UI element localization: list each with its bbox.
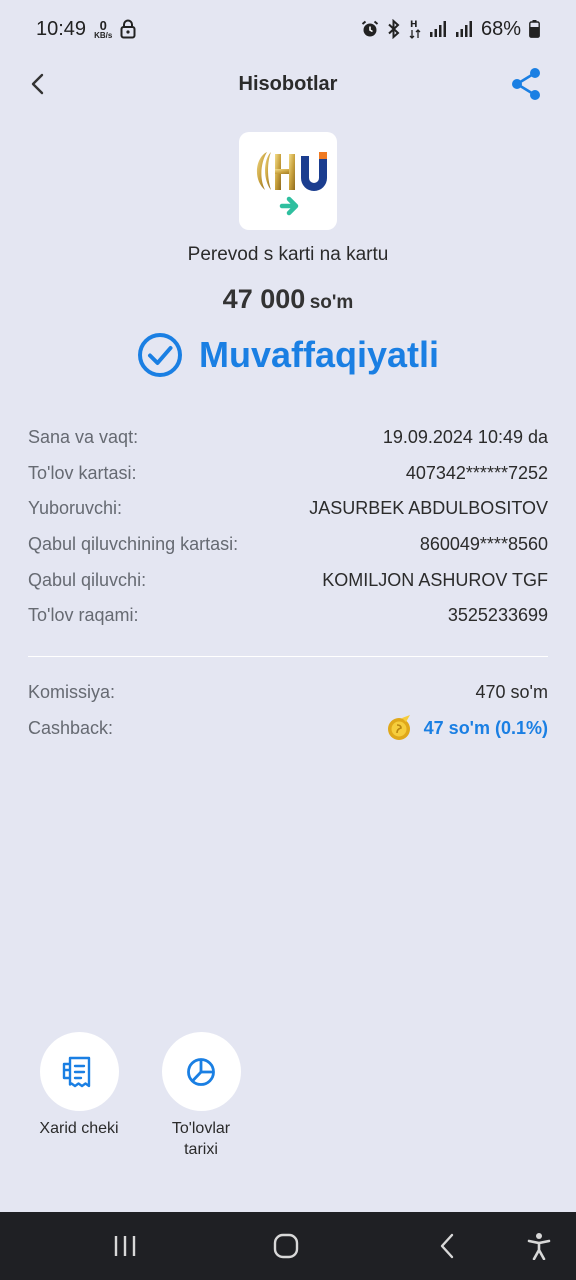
history-button-circle[interactable] xyxy=(161,1032,241,1111)
history-label-line1: To'lovlar xyxy=(171,1120,231,1137)
battery-icon xyxy=(529,20,540,38)
status-left: 10:49 0 KB/s xyxy=(36,18,136,41)
receipt-icon xyxy=(62,1056,91,1087)
system-nav-bar xyxy=(0,1212,576,1280)
operation-amount: 47 000 so'm xyxy=(0,284,576,315)
detail-row-date: Sana va vaqt: 19.09.2024 10:49 da xyxy=(28,420,548,456)
detail-key: Sana va vaqt: xyxy=(28,427,139,448)
humo-uzcard-logo xyxy=(256,152,327,216)
accessibility-icon xyxy=(527,1233,551,1261)
back-arrow-icon xyxy=(31,73,44,95)
check-circle-icon xyxy=(137,333,182,377)
accessibility-button[interactable] xyxy=(524,1232,554,1261)
cashback-label: Cashback: xyxy=(28,717,114,738)
detail-value: JASURBEK ABDULBOSITOV xyxy=(309,498,548,519)
operation-logo xyxy=(239,132,337,230)
nav-back-icon xyxy=(440,1233,454,1259)
alarm-icon xyxy=(361,20,379,38)
detail-key: To'lov kartasi: xyxy=(28,462,137,483)
operation-status: Muvaffaqiyatli xyxy=(0,328,576,382)
home-icon xyxy=(273,1233,299,1259)
svg-text:H: H xyxy=(410,20,418,30)
receipt-button-circle[interactable] xyxy=(39,1032,119,1111)
detail-row-recipient: Qabul qiluvchi: KOMILJON ASHUROV TGF xyxy=(28,562,548,598)
net-speed-unit: KB/s xyxy=(94,30,113,40)
recents-icon xyxy=(114,1236,136,1256)
operation-name: Perevod s karti na kartu xyxy=(187,244,389,265)
share-icon xyxy=(512,68,540,100)
detail-key: Qabul qiluvchi: xyxy=(28,569,147,590)
detail-row-payment-number: To'lov raqami: 3525233699 xyxy=(28,598,548,634)
cashback-row: Cashback: 47 so'm (0.1%) xyxy=(28,711,548,747)
detail-row-recipient-card: Qabul qiluvchining kartasi: 860049****85… xyxy=(28,527,548,563)
cashback-value-group: 47 so'm (0.1%) xyxy=(386,714,548,742)
data-hplus-icon: H xyxy=(409,19,421,39)
cashback-value: 47 so'm (0.1%) xyxy=(423,717,548,738)
share-button[interactable] xyxy=(510,67,542,101)
history-label: To'lovlar tarixi xyxy=(172,1119,230,1161)
status-right: H 68% xyxy=(361,18,540,41)
nav-back-button[interactable] xyxy=(433,1232,463,1260)
detail-key: Qabul qiluvchining kartasi: xyxy=(28,534,239,555)
bluetooth-icon xyxy=(387,19,401,39)
detail-value: 3525233699 xyxy=(447,605,548,626)
coin-icon xyxy=(387,715,410,741)
clock: 10:49 xyxy=(36,17,87,40)
commission-value: 470 so'm xyxy=(475,682,548,703)
detail-value: 860049****8560 xyxy=(419,534,548,555)
net-speed: 0 KB/s xyxy=(94,19,112,40)
net-speed-value: 0 xyxy=(99,17,107,33)
detail-value: 19.09.2024 10:49 da xyxy=(382,427,548,448)
detail-value: KOMILJON ASHUROV TGF xyxy=(322,569,548,590)
amount-currency: so'm xyxy=(309,292,354,313)
detail-row-sender: Yuboruvchi: JASURBEK ABDULBOSITOV xyxy=(28,491,548,527)
signal-1-icon xyxy=(429,20,447,38)
pie-chart-icon xyxy=(187,1057,215,1086)
back-button[interactable] xyxy=(26,70,50,98)
detail-key: Yuboruvchi: xyxy=(28,498,123,519)
recents-button[interactable] xyxy=(110,1232,140,1260)
commission-label: Komissiya: xyxy=(28,682,116,703)
battery-percent: 68% xyxy=(480,17,521,40)
detail-value: 407342******7252 xyxy=(405,462,548,483)
status-text: Muvaffaqiyatli xyxy=(198,334,440,375)
page-title: Hisobotlar xyxy=(238,72,338,95)
fees-list: Komissiya: 470 so'm Cashback: 47 so'm (0… xyxy=(28,675,548,746)
detail-key: To'lov raqami: xyxy=(28,605,139,626)
receipt-label: Xarid cheki xyxy=(39,1120,119,1137)
amount-value: 47 000 xyxy=(222,284,306,314)
app-header: Hisobotlar xyxy=(0,58,576,110)
detail-row-payment-card: To'lov kartasi: 407342******7252 xyxy=(28,456,548,492)
home-button[interactable] xyxy=(271,1232,301,1260)
actions-bar: Xarid cheki To'lovlar tarixi xyxy=(32,1032,248,1161)
history-button[interactable]: To'lovlar tarixi xyxy=(154,1032,248,1161)
status-bar: 10:49 0 KB/s H 68% xyxy=(0,0,576,58)
details-list: Sana va vaqt: 19.09.2024 10:49 da To'lov… xyxy=(28,420,548,634)
signal-2-icon xyxy=(455,20,473,38)
commission-row: Komissiya: 470 so'm xyxy=(28,675,548,711)
receipt-button[interactable]: Xarid cheki xyxy=(32,1032,126,1161)
history-label-line2: tarixi xyxy=(184,1140,218,1158)
divider xyxy=(28,656,548,657)
lock-icon xyxy=(120,19,136,39)
